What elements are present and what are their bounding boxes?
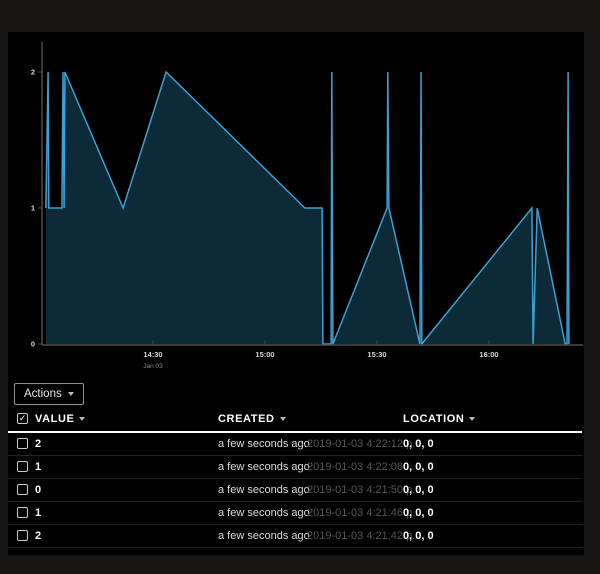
svg-text:14:30: 14:30: [143, 350, 162, 359]
chevron-down-icon: [68, 392, 74, 396]
svg-text:1: 1: [31, 204, 35, 213]
sort-caret-icon: [469, 417, 475, 421]
table-row: 2 a few seconds ago 2019-01-03 4:22:12 p…: [8, 433, 582, 456]
chart-svg: 0 1 2 14:30 Jan 03 15:00 15:30 16:00: [8, 32, 584, 375]
column-header-value[interactable]: VALUE: [35, 409, 85, 430]
select-all-checkbox[interactable]: ✓: [17, 413, 28, 424]
table-row: 1 a few seconds ago 2019-01-03 4:21:46 p…: [8, 502, 582, 525]
check-icon: ✓: [19, 413, 27, 423]
created-timestamp: 2019-01-03 4:22:08 ...: [307, 456, 415, 478]
location-cell: 0, 0, 0: [403, 525, 434, 547]
app-panel: 012 14:30Jan 0315:0015:3016:00 Actions ✓…: [8, 32, 584, 555]
row-checkbox[interactable]: [17, 530, 28, 541]
created-relative: a few seconds ago: [218, 525, 310, 547]
value-cell: 0: [35, 479, 41, 501]
value-cell: 2: [35, 433, 41, 455]
column-header-created[interactable]: CREATED: [218, 409, 286, 430]
location-cell: 0, 0, 0: [403, 433, 434, 455]
svg-text:0: 0: [31, 340, 35, 349]
column-header-created-label: CREATED: [218, 413, 275, 425]
location-cell: 0, 0, 0: [403, 502, 434, 524]
table-row: 1 a few seconds ago 2019-01-03 4:22:08 .…: [8, 456, 582, 479]
actions-button[interactable]: Actions: [14, 383, 84, 405]
created-relative: a few seconds ago: [218, 479, 310, 501]
table-row: 0 a few seconds ago 2019-01-03 4:21:50 p…: [8, 479, 582, 502]
actions-label: Actions: [24, 388, 62, 400]
sort-caret-icon: [280, 417, 286, 421]
svg-text:15:00: 15:00: [255, 350, 274, 359]
svg-text:16:00: 16:00: [479, 350, 498, 359]
column-header-value-label: VALUE: [35, 413, 74, 425]
location-cell: 0, 0, 0: [403, 479, 434, 501]
location-cell: 0, 0, 0: [403, 456, 434, 478]
created-relative: a few seconds ago: [218, 456, 310, 478]
table-row: 2 a few seconds ago 2019-01-03 4:21:42 p…: [8, 525, 582, 548]
timeseries-chart: 0 1 2 14:30 Jan 03 15:00 15:30 16:00: [8, 32, 584, 375]
value-cell: 1: [35, 502, 41, 524]
y-axis-ticks: 0 1 2: [31, 68, 42, 349]
svg-text:Jan 03: Jan 03: [143, 363, 163, 370]
row-checkbox[interactable]: [17, 507, 28, 518]
created-relative: a few seconds ago: [218, 433, 310, 455]
column-header-location[interactable]: LOCATION: [403, 409, 475, 430]
created-relative: a few seconds ago: [218, 502, 310, 524]
row-checkbox[interactable]: [17, 484, 28, 495]
value-cell: 2: [35, 525, 41, 547]
svg-text:2: 2: [31, 68, 35, 77]
svg-text:15:30: 15:30: [367, 350, 386, 359]
column-header-location-label: LOCATION: [403, 413, 464, 425]
value-cell: 1: [35, 456, 41, 478]
table-body: 2 a few seconds ago 2019-01-03 4:22:12 p…: [8, 433, 582, 548]
row-checkbox[interactable]: [17, 461, 28, 472]
sort-caret-icon: [79, 417, 85, 421]
row-checkbox[interactable]: [17, 438, 28, 449]
table-header-row: ✓ VALUE CREATED LOCATION: [8, 409, 582, 430]
